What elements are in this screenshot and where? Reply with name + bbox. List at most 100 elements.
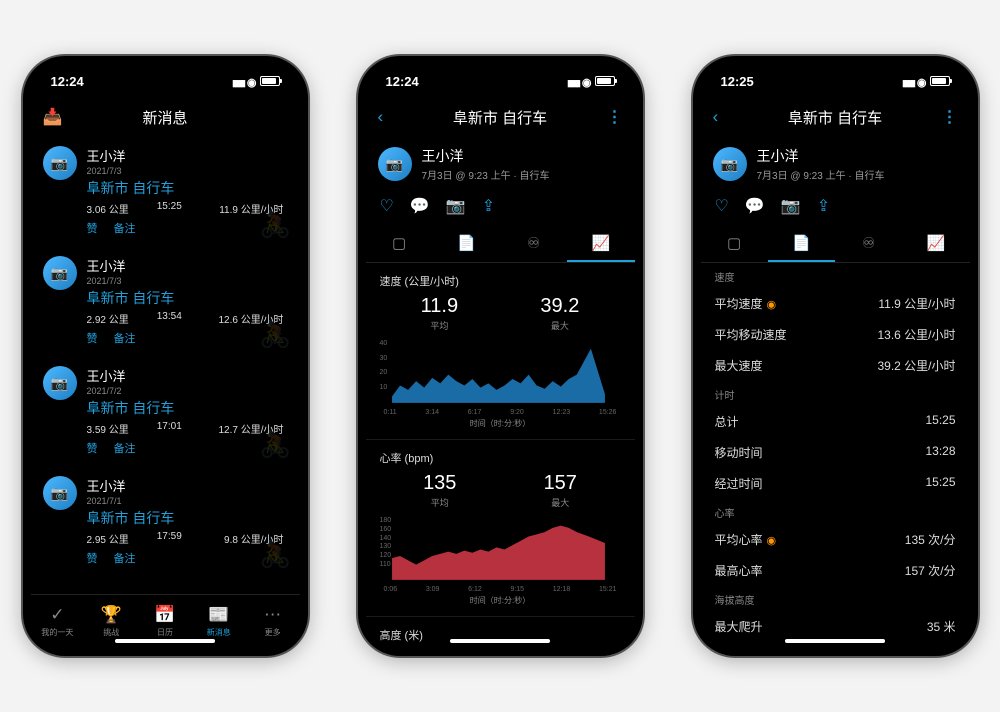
share-icon[interactable]: ⇪ [482, 196, 495, 216]
tab-label: 新消息 [207, 627, 231, 638]
battery-icon [595, 76, 615, 86]
feed-user-name: 王小洋 [87, 366, 288, 385]
share-icon[interactable]: ⇪ [817, 196, 830, 216]
activity-subtitle: 7月3日 @ 9:23 上午 · 自行车 [422, 167, 623, 182]
like-button[interactable]: 赞 [87, 440, 98, 456]
feed-title[interactable]: 阜新市 自行车 [87, 398, 288, 418]
hr-chart[interactable]: 180160140130120110 [380, 517, 621, 582]
seg-overview[interactable]: ▢ [366, 226, 433, 262]
signal-icon [902, 74, 914, 89]
seg-stats[interactable]: 📄 [768, 226, 835, 262]
seg-laps[interactable]: ♾ [500, 226, 567, 262]
home-indicator[interactable] [115, 639, 215, 643]
row-max-hr: 最高心率157 次/分 [701, 555, 970, 586]
avatar[interactable] [43, 256, 77, 290]
tab-label: 日历 [157, 627, 173, 638]
avatar[interactable] [43, 366, 77, 400]
feed-title[interactable]: 阜新市 自行车 [87, 508, 288, 528]
feed-distance: 3.59 公里 [87, 421, 129, 436]
feed-title[interactable]: 阜新市 自行车 [87, 288, 288, 308]
feed-item[interactable]: 王小洋 2021/7/3 阜新市 自行车 2.92 公里13:5412.6 公里… [31, 246, 300, 356]
row-ascent: 最大爬升35 米 [701, 611, 970, 642]
more-button[interactable]: ⋮ [607, 107, 623, 127]
row-mov-speed: 平均移动速度13.6 公里/小时 [701, 319, 970, 350]
feed-item[interactable]: 王小洋 2021/7/2 阜新市 自行车 3.59 公里17:0112.7 公里… [31, 356, 300, 466]
comment-icon[interactable]: 💬 [410, 196, 430, 216]
tab-icon: 📰 [208, 605, 229, 625]
seg-charts[interactable]: 📈 [902, 226, 969, 262]
like-button[interactable]: 赞 [87, 550, 98, 566]
avatar[interactable] [378, 147, 412, 181]
speed-title: 速度 (公里/小时) [380, 273, 621, 289]
tab-icon: 📅 [154, 605, 175, 625]
location-icon [488, 74, 498, 89]
activity-subtitle: 7月3日 @ 9:23 上午 · 自行车 [757, 167, 958, 182]
activity-header: 王小洋 7月3日 @ 9:23 上午 · 自行车 [701, 136, 970, 192]
inbox-icon[interactable]: 📥 [43, 107, 63, 127]
avatar[interactable] [713, 147, 747, 181]
heart-icon[interactable]: ♡ [715, 196, 729, 216]
badge-icon: ◉ [767, 299, 777, 311]
status-time: 12:24 [386, 74, 419, 89]
note-button[interactable]: 备注 [114, 440, 136, 456]
feed-date: 2021/7/1 [87, 496, 288, 506]
feed-item[interactable]: 王小洋 2021/7/1 阜新市 自行车 2.95 公里17:599.8 公里/… [31, 466, 300, 576]
seg-charts[interactable]: 📈 [567, 226, 634, 262]
home-indicator[interactable] [785, 639, 885, 643]
back-button[interactable]: ‹ [378, 107, 384, 127]
group-hr: 心率 [701, 499, 970, 524]
note-button[interactable]: 备注 [114, 220, 136, 236]
segment-control: ▢ 📄 ♾ 📈 [701, 226, 970, 263]
camera-icon[interactable]: 📷 [781, 196, 801, 216]
avatar[interactable] [43, 476, 77, 510]
seg-stats[interactable]: 📄 [433, 226, 500, 262]
feed-user-name: 王小洋 [87, 146, 288, 165]
seg-overview[interactable]: ▢ [701, 226, 768, 262]
feed-item[interactable]: 王小洋 2021/7/3 阜新市 自行车 3.06 公里15:2511.9 公里… [31, 136, 300, 246]
like-button[interactable]: 赞 [87, 330, 98, 346]
seg-laps[interactable]: ♾ [835, 226, 902, 262]
nav-bar: ‹ 阜新市 自行车 ⋮ [366, 98, 635, 136]
tab-label: 挑战 [103, 627, 119, 638]
action-bar: ♡ 💬 📷 ⇪ [701, 192, 970, 226]
location-icon [823, 74, 833, 89]
nav-title: 新消息 [142, 107, 187, 128]
comment-icon[interactable]: 💬 [745, 196, 765, 216]
back-button[interactable]: ‹ [713, 107, 719, 127]
status-bar: 12:24 [31, 64, 300, 98]
avatar[interactable] [43, 146, 77, 180]
group-speed: 速度 [701, 263, 970, 288]
badge-icon: ◉ [767, 535, 777, 547]
like-button[interactable]: 赞 [87, 220, 98, 236]
feed-title[interactable]: 阜新市 自行车 [87, 178, 288, 198]
nav-bar: 📥 新消息 [31, 98, 300, 136]
battery-icon [930, 76, 950, 86]
home-indicator[interactable] [450, 639, 550, 643]
wifi-icon [917, 74, 927, 89]
wifi-icon [582, 74, 592, 89]
tab-0[interactable]: ✓我的一天 [31, 595, 85, 648]
action-bar: ♡ 💬 📷 ⇪ [366, 192, 635, 226]
tab-label: 我的一天 [41, 627, 73, 638]
tab-icon: ⋯ [264, 605, 281, 625]
status-bar: 12:25 [701, 64, 970, 98]
note-button[interactable]: 备注 [114, 550, 136, 566]
signal-icon [567, 74, 579, 89]
speed-max: 39.2 [540, 295, 579, 318]
row-max-speed: 最大速度39.2 公里/小时 [701, 350, 970, 381]
wifi-icon [247, 74, 257, 89]
bike-icon: 🚴 [259, 429, 291, 460]
status-time: 12:25 [721, 74, 754, 89]
nav-bar: ‹ 阜新市 自行车 ⋮ [701, 98, 970, 136]
camera-icon[interactable]: 📷 [446, 196, 466, 216]
signal-icon [232, 74, 244, 89]
more-button[interactable]: ⋮ [942, 107, 958, 127]
hr-max: 157 [544, 472, 577, 495]
note-button[interactable]: 备注 [114, 330, 136, 346]
feed-duration: 17:59 [157, 531, 182, 546]
feed-duration: 17:01 [157, 421, 182, 436]
feed-date: 2021/7/3 [87, 276, 288, 286]
tab-4[interactable]: ⋯更多 [246, 595, 300, 648]
heart-icon[interactable]: ♡ [380, 196, 394, 216]
speed-chart[interactable]: 40302010 [380, 340, 621, 405]
